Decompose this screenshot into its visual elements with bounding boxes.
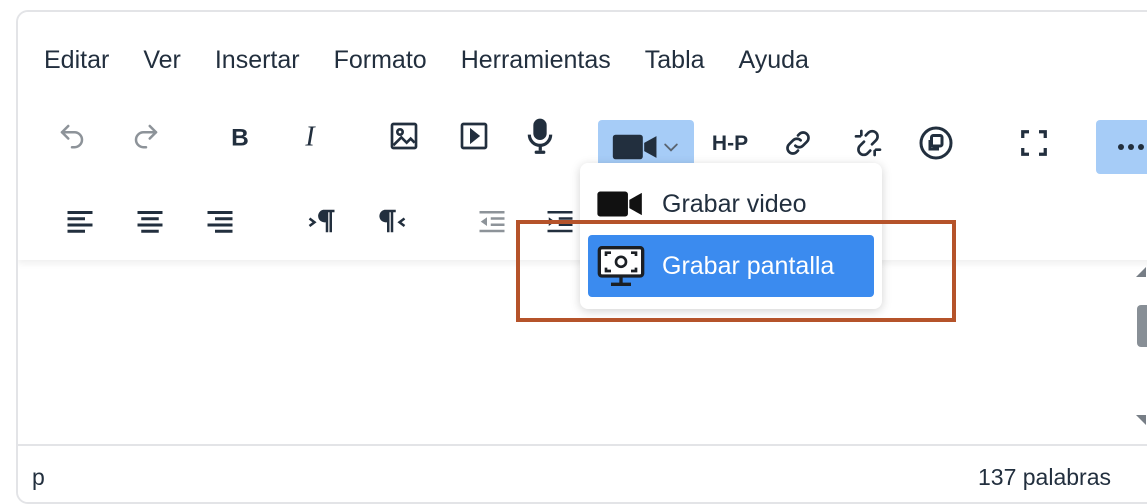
copy-circle-button[interactable] [914, 120, 958, 166]
media-icon [460, 122, 488, 150]
h5p-icon: H-P [712, 132, 748, 155]
media-button[interactable] [452, 113, 496, 159]
microphone-button[interactable] [518, 113, 562, 159]
content-scrollbar[interactable] [1120, 255, 1147, 440]
menu-formato[interactable]: Formato [334, 46, 427, 75]
word-count[interactable]: 137 palabras [978, 464, 1111, 491]
copy-circle-icon [919, 126, 953, 160]
bold-icon: B [231, 124, 249, 151]
menubar: Editar Ver Insertar Formato Herramientas… [44, 42, 843, 78]
menu-item-grabar-video[interactable]: Grabar video [588, 173, 874, 235]
align-left-icon [67, 211, 93, 233]
redo-button[interactable] [124, 113, 168, 159]
menu-item-label: Grabar pantalla [662, 251, 835, 280]
scroll-up-arrow-icon [1136, 267, 1147, 425]
video-camera-icon [612, 134, 657, 160]
svg-text:B: B [231, 124, 249, 151]
chevron-down-icon [664, 143, 678, 152]
undo-button[interactable] [50, 113, 94, 159]
rtl-icon [379, 209, 406, 233]
align-center-button[interactable] [128, 198, 172, 244]
italic-button[interactable]: I [288, 113, 332, 159]
h5p-icon-text: H-P [712, 132, 748, 155]
menu-herramientas[interactable]: Herramientas [461, 46, 611, 75]
image-icon [390, 122, 418, 150]
link-button[interactable] [776, 120, 820, 166]
image-button[interactable] [382, 113, 426, 159]
ltr-icon [308, 209, 335, 233]
menu-insertar[interactable]: Insertar [215, 46, 300, 75]
link-icon [786, 131, 810, 155]
menu-ayuda[interactable]: Ayuda [739, 46, 809, 75]
align-right-icon [207, 211, 233, 233]
bold-button[interactable]: B [218, 113, 262, 159]
microphone-icon [527, 118, 553, 154]
menu-item-grabar-pantalla[interactable]: Grabar pantalla [588, 235, 874, 297]
fullscreen-button[interactable] [1012, 120, 1056, 166]
align-right-button[interactable] [198, 198, 242, 244]
align-center-icon [137, 211, 163, 233]
more-button[interactable] [1096, 120, 1147, 174]
rtl-button[interactable] [370, 198, 414, 244]
menu-editar[interactable]: Editar [44, 46, 109, 75]
unlink-icon [854, 129, 882, 157]
redo-icon [134, 124, 158, 149]
unlink-button[interactable] [846, 120, 890, 166]
menu-item-label: Grabar video [662, 189, 807, 218]
outdent-button[interactable] [470, 198, 514, 244]
indent-icon [547, 211, 573, 233]
more-icon [1118, 144, 1144, 150]
record-dropdown-menu: Grabar video Grabar pantalla [580, 163, 882, 309]
statusbar: p 137 palabras [18, 444, 1147, 502]
element-path[interactable]: p [32, 464, 45, 491]
align-left-button[interactable] [58, 198, 102, 244]
svg-text:I: I [304, 121, 316, 151]
outdent-icon [479, 211, 505, 233]
screen-record-icon [588, 244, 654, 288]
indent-button[interactable] [538, 198, 582, 244]
fullscreen-icon [1021, 130, 1047, 156]
undo-icon [60, 124, 84, 149]
h5p-button[interactable]: H-P [704, 120, 756, 166]
menu-ver[interactable]: Ver [143, 46, 181, 75]
video-camera-icon [588, 188, 654, 220]
ltr-button[interactable] [300, 198, 344, 244]
italic-icon: I [304, 121, 316, 151]
menu-tabla[interactable]: Tabla [645, 46, 705, 75]
